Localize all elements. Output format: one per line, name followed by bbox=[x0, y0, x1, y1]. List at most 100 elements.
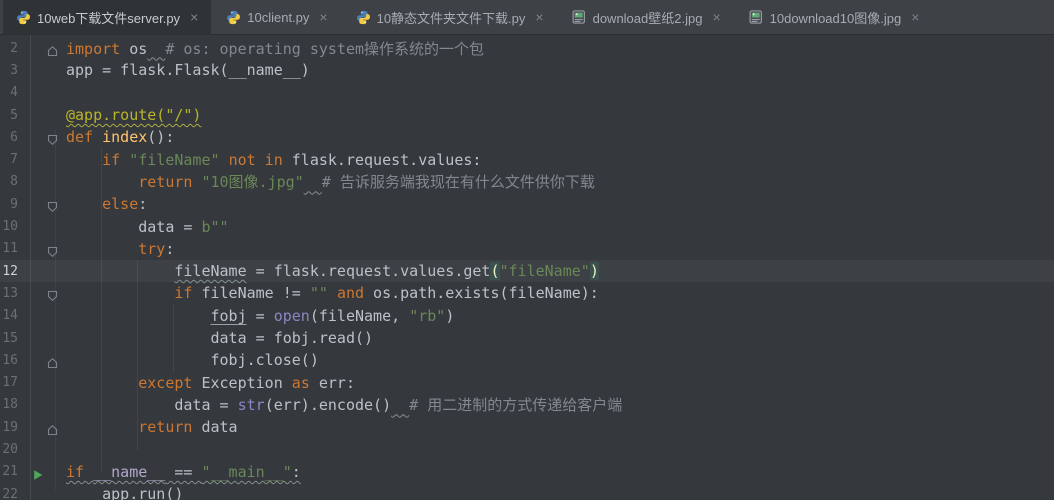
line-number[interactable]: 11 bbox=[0, 241, 30, 256]
code-line-5[interactable]: 5@app.route("/") bbox=[0, 104, 1054, 126]
line-number[interactable]: 6 bbox=[0, 130, 30, 145]
code-text: data = b"" bbox=[63, 218, 229, 236]
line-number[interactable]: 19 bbox=[0, 420, 30, 435]
line-number[interactable]: 18 bbox=[0, 397, 30, 412]
line-number[interactable]: 10 bbox=[0, 219, 30, 234]
code-line-18[interactable]: 18 data = str(err).encode() # 用二进制的方式传递给… bbox=[0, 394, 1054, 416]
code-line-13[interactable]: 13 if fileName != "" and os.path.exists(… bbox=[0, 282, 1054, 304]
code-token: if bbox=[66, 463, 93, 481]
line-number[interactable]: 7 bbox=[0, 152, 30, 167]
line-number[interactable]: 12 bbox=[0, 264, 30, 279]
gutter-fold-cell bbox=[30, 327, 63, 349]
gutter-fold-cell bbox=[30, 260, 63, 282]
code-token: # 用二进制的方式传递给客户端 bbox=[409, 396, 622, 414]
close-icon[interactable]: × bbox=[535, 10, 543, 24]
editor-tab-4[interactable]: download壁纸2.jpg × bbox=[559, 0, 734, 34]
code-token: data = fobj.read() bbox=[66, 329, 373, 347]
line-number[interactable]: 3 bbox=[0, 63, 30, 78]
line-number[interactable]: 16 bbox=[0, 353, 30, 368]
line-number[interactable]: 15 bbox=[0, 331, 30, 346]
code-line-11[interactable]: 11 try: bbox=[0, 238, 1054, 260]
code-line-4[interactable]: 4 bbox=[0, 82, 1054, 104]
close-icon[interactable]: × bbox=[190, 10, 198, 24]
fold-down-icon[interactable] bbox=[47, 198, 58, 217]
line-number[interactable]: 22 bbox=[0, 487, 30, 500]
line-number[interactable]: 21 bbox=[0, 464, 30, 479]
code-token: app = flask.Flask(__name__) bbox=[66, 61, 310, 79]
code-line-3[interactable]: 3 app = flask.Flask(__name__) bbox=[0, 59, 1054, 81]
fold-up-icon[interactable] bbox=[47, 354, 58, 373]
code-line-7[interactable]: 7 if "fileName" not in flask.request.val… bbox=[0, 148, 1054, 170]
code-line-12[interactable]: 12 fileName = flask.request.values.get("… bbox=[0, 260, 1054, 282]
code-line-21[interactable]: 21 if __name__ == "__main__": bbox=[0, 461, 1054, 483]
code-token: fileName != bbox=[201, 284, 309, 302]
gutter-fold-cell bbox=[30, 148, 63, 170]
code-token: (fileName, bbox=[310, 307, 409, 325]
editor-tab-1[interactable]: 10web下载文件server.py × bbox=[3, 0, 211, 34]
line-number[interactable]: 5 bbox=[0, 108, 30, 123]
code-line-16[interactable]: 16 fobj.close() bbox=[0, 349, 1054, 371]
code-token: if bbox=[174, 284, 201, 302]
code-token: index bbox=[102, 128, 147, 146]
close-icon[interactable]: × bbox=[319, 10, 327, 24]
fold-up-icon[interactable] bbox=[47, 421, 58, 440]
code-token: : bbox=[165, 240, 174, 258]
gutter-fold-cell bbox=[30, 483, 63, 500]
line-number[interactable]: 13 bbox=[0, 286, 30, 301]
editor-tab-3[interactable]: 10静态文件夹文件下载.py × bbox=[343, 0, 557, 34]
close-icon[interactable]: × bbox=[911, 10, 919, 24]
code-text: if __name__ == "__main__": bbox=[63, 463, 301, 481]
tab-label: 10静态文件夹文件下载.py bbox=[377, 8, 526, 27]
line-number[interactable]: 9 bbox=[0, 197, 30, 212]
line-number[interactable]: 20 bbox=[0, 442, 30, 457]
gutter-fold-cell bbox=[30, 305, 63, 327]
code-line-6[interactable]: 6def index(): bbox=[0, 126, 1054, 148]
code-line-17[interactable]: 17 except Exception as err: bbox=[0, 371, 1054, 393]
gutter-fold-cell bbox=[30, 349, 63, 371]
code-token: : bbox=[138, 195, 147, 213]
editor-tab-5[interactable]: 10download10图像.jpg× bbox=[736, 0, 933, 34]
code-editor[interactable]: 2import os # os: operating system操作系统的一个… bbox=[0, 35, 1054, 500]
fold-up-icon[interactable] bbox=[47, 42, 58, 61]
code-token bbox=[147, 40, 165, 58]
fold-down-icon[interactable] bbox=[47, 243, 58, 262]
code-token: ( bbox=[490, 262, 499, 280]
code-token: Exception bbox=[201, 374, 291, 392]
code-token: else bbox=[102, 195, 138, 213]
code-line-14[interactable]: 14 fobj = open(fileName, "rb") bbox=[0, 305, 1054, 327]
code-token: not in bbox=[229, 151, 283, 169]
code-text: app.run() bbox=[63, 485, 183, 500]
code-text: fobj = open(fileName, "rb") bbox=[63, 307, 454, 325]
line-number[interactable]: 4 bbox=[0, 85, 30, 100]
code-token: data = bbox=[66, 218, 201, 236]
run-icon[interactable] bbox=[32, 466, 44, 485]
fold-down-icon[interactable] bbox=[47, 131, 58, 150]
line-number[interactable]: 2 bbox=[0, 41, 30, 56]
fold-down-icon[interactable] bbox=[47, 287, 58, 306]
code-line-15[interactable]: 15 data = fobj.read() bbox=[0, 327, 1054, 349]
gutter-fold-cell bbox=[30, 371, 63, 393]
gutter-fold-cell bbox=[30, 416, 63, 438]
line-number[interactable]: 17 bbox=[0, 375, 30, 390]
code-token bbox=[66, 307, 211, 325]
tab-label: download壁纸2.jpg bbox=[593, 8, 703, 27]
code-token: err: bbox=[310, 374, 355, 392]
tab-label: 10client.py bbox=[247, 10, 309, 25]
code-text: data = str(err).encode() # 用二进制的方式传递给客户端 bbox=[63, 394, 622, 415]
close-icon[interactable]: × bbox=[712, 10, 720, 24]
code-token bbox=[66, 284, 174, 302]
code-token: data = bbox=[66, 396, 238, 414]
code-line-22[interactable]: 22 app.run() bbox=[0, 483, 1054, 500]
tab-label: 10web下载文件server.py bbox=[37, 8, 180, 27]
code-line-10[interactable]: 10 data = b"" bbox=[0, 215, 1054, 237]
editor-tab-2[interactable]: 10client.py × bbox=[213, 0, 340, 34]
code-line-20[interactable]: 20 bbox=[0, 438, 1054, 460]
code-line-9[interactable]: 9 else: bbox=[0, 193, 1054, 215]
code-token bbox=[220, 151, 229, 169]
code-line-2[interactable]: 2import os # os: operating system操作系统的一个… bbox=[0, 37, 1054, 59]
code-line-19[interactable]: 19 return data bbox=[0, 416, 1054, 438]
line-number[interactable]: 8 bbox=[0, 174, 30, 189]
code-line-8[interactable]: 8 return "10图像.jpg" # 告诉服务端我现在有什么文件供你下载 bbox=[0, 171, 1054, 193]
line-number[interactable]: 14 bbox=[0, 308, 30, 323]
code-token: os.path.exists(fileName): bbox=[364, 284, 599, 302]
